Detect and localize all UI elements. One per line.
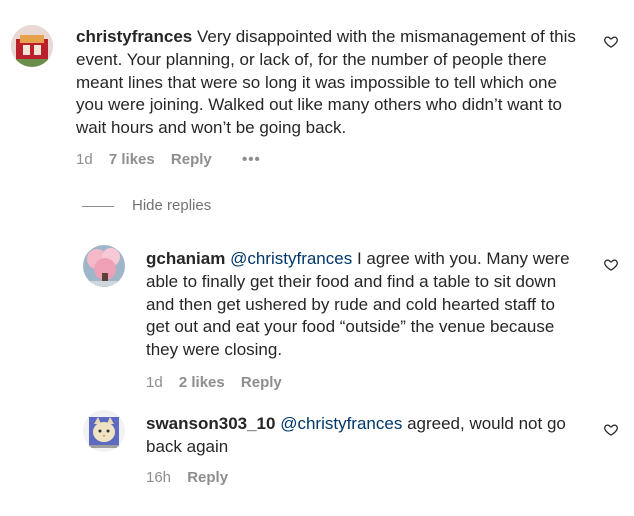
reply-meta: 1d 2 likes Reply [146, 374, 294, 391]
reply-time: 16h [146, 469, 172, 486]
divider-line [82, 205, 114, 207]
heart-outline-icon[interactable] [603, 422, 619, 437]
reply-time: 1d [146, 374, 163, 391]
reply-button[interactable]: Reply [241, 374, 282, 391]
hide-replies-button[interactable]: Hide replies [82, 197, 211, 214]
mention-link[interactable]: @christyfrances [230, 249, 352, 268]
reply-button[interactable]: Reply [171, 151, 212, 168]
reply-meta: 16h Reply [146, 469, 240, 486]
comment-likes[interactable]: 7 likes [109, 151, 155, 168]
reply-username[interactable]: gchaniam [146, 249, 225, 268]
reply-body: gchaniam @christyfrances I agree with yo… [146, 248, 576, 362]
heart-outline-icon[interactable] [603, 257, 619, 272]
avatar[interactable] [83, 245, 125, 287]
comment-body: christyfrances Very disappointed with th… [76, 26, 582, 140]
avatar[interactable] [11, 25, 53, 67]
comment-meta: 1d 7 likes Reply ••• [76, 151, 273, 168]
heart-outline-icon[interactable] [603, 34, 619, 49]
more-options-icon[interactable]: ••• [242, 151, 261, 168]
reply-username[interactable]: swanson303_10 [146, 414, 275, 433]
avatar-image-icon [83, 410, 125, 452]
avatar-image-icon [11, 25, 53, 67]
hide-replies-label: Hide replies [132, 197, 212, 214]
avatar[interactable] [83, 410, 125, 452]
reply-body: swanson303_10 @christyfrances agreed, wo… [146, 413, 590, 459]
comment-time: 1d [76, 151, 93, 168]
avatar-image-icon [83, 245, 125, 287]
comment-username[interactable]: christyfrances [76, 27, 192, 46]
reply-button[interactable]: Reply [187, 469, 228, 486]
mention-link[interactable]: @christyfrances [280, 414, 402, 433]
reply-likes[interactable]: 2 likes [179, 374, 225, 391]
